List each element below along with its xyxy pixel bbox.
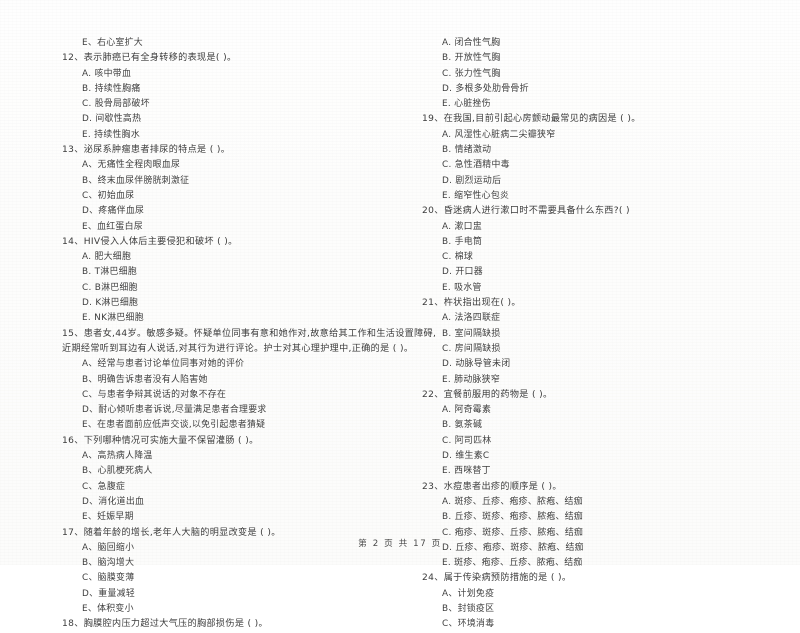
question-stem: 23、水痘患者出疹的顺序是 ( )。 <box>422 481 562 492</box>
option-item: D. 维生素C <box>442 451 490 462</box>
option-item: D、重量减轻 <box>82 588 136 599</box>
option-item: D. 多根多处肋骨骨折 <box>442 83 529 94</box>
option-item: E、体积变小 <box>82 603 134 614</box>
option-item: A. 风湿性心脏病二尖瓣狭窄 <box>442 129 556 140</box>
two-column-body: E、右心室扩大 12、表示肺癌已有全身转移的表现是( )。 A. 咳中带血 B.… <box>0 0 800 629</box>
option-item: E. 缩窄性心包炎 <box>442 190 510 201</box>
option-item: E、血红蛋白尿 <box>82 221 143 232</box>
option-item: C. 棉球 <box>442 252 474 263</box>
option-item: A. 阿奇霉素 <box>442 405 492 416</box>
option-item: E、在患者面前应低声交谈,以免引起患者猜疑 <box>82 420 266 431</box>
option-item: B、明确告诉患者没有人陷害她 <box>82 374 208 385</box>
option-item: C、脑膜变薄 <box>82 573 135 584</box>
question-stem: 19、在我国,目前引起心房颤动最常见的病因是 ( )。 <box>422 114 641 125</box>
question-stem-continuation: 近期经常听到耳边有人说话,对其行为进行评论。护士对其心理护理中,正确的是 ( )… <box>62 343 414 354</box>
option-item: D. 动脉导管未闭 <box>442 359 511 370</box>
page-footer: 第 2 页 共 17 页 <box>358 539 442 549</box>
question-stem: 15、患者女,44岁。敏感多疑。怀疑单位同事有意和她作对,故意给其工作和生活设置… <box>62 328 437 339</box>
option-item: E、右心室扩大 <box>82 38 143 48</box>
option-item: D. 间歇性高热 <box>82 114 142 125</box>
option-item: C. 房间隔缺损 <box>442 343 501 354</box>
question-stem: 22、宜餐前服用的药物是 ( )。 <box>422 389 553 400</box>
option-item: A、经常与患者讨论单位同事对她的评价 <box>82 359 245 370</box>
option-item: D、耐心倾听患者诉说,尽量满足患者合理要求 <box>82 405 267 416</box>
option-item: A. 斑疹、丘疹、疱疹、脓疱、结痂 <box>442 496 583 507</box>
option-item: D. 开口器 <box>442 267 483 278</box>
option-item: E. 吸水管 <box>442 282 482 293</box>
option-item: A. 法洛四联症 <box>442 313 501 324</box>
option-item: B、终末血尿伴膀胱刺激征 <box>82 175 190 186</box>
option-item: C. 张力性气胸 <box>442 68 501 79</box>
option-item: B、脑沟增大 <box>82 558 135 569</box>
left-column: E、右心室扩大 12、表示肺癌已有全身转移的表现是( )。 A. 咳中带血 B.… <box>0 0 437 629</box>
question-stem: 24、属于传染病预防措施的是 ( )。 <box>422 573 572 584</box>
option-item: E、妊娠早期 <box>82 512 134 523</box>
option-item: C、初始血尿 <box>82 190 135 201</box>
page-canvas: E、右心室扩大 12、表示肺癌已有全身转移的表现是( )。 A. 咳中带血 B.… <box>0 0 800 629</box>
option-item: B. 室间隔缺损 <box>442 328 501 339</box>
option-item: C. 急性酒精中毒 <box>442 160 510 171</box>
option-item: E. 持续性胸水 <box>82 129 141 140</box>
option-item: E. 心脏挫伤 <box>442 99 491 110</box>
option-item: A. 肥大细胞 <box>82 252 132 263</box>
option-item: C. B淋巴细胞 <box>82 282 138 293</box>
option-item: B. 开放性气胸 <box>442 53 501 64</box>
option-item: C、急腹症 <box>82 481 126 492</box>
option-item: A、计划免疫 <box>442 588 495 599</box>
question-stem: 14、HIV侵入人体后主要侵犯和破坏 ( )。 <box>62 236 238 247</box>
option-item: E. 肺动脉狭窄 <box>442 374 501 385</box>
question-stem: 13、泌尿系肿瘤患者排尿的特点是 ( )。 <box>62 145 231 156</box>
option-item: A、高热病人降温 <box>82 451 153 462</box>
question-stem: 12、表示肺癌已有全身转移的表现是( )。 <box>62 53 237 64</box>
option-item: D、消化道出血 <box>82 496 145 507</box>
option-item: B. T淋巴细胞 <box>82 267 138 278</box>
option-item: D、疼痛伴血尿 <box>82 206 145 217</box>
option-item: B. 氨茶碱 <box>442 420 483 431</box>
option-item: B. 手电筒 <box>442 236 483 247</box>
option-item: B、心肌梗死病人 <box>82 466 153 477</box>
option-item: D. 剧烈运动后 <box>442 175 502 186</box>
option-item: B. 丘疹、斑疹、疱疹、脓疱、结痂 <box>442 512 584 523</box>
option-item: E. 西咪替丁 <box>442 466 491 477</box>
option-item: C、环境消毒 <box>442 619 495 630</box>
option-item: B、封锁疫区 <box>442 603 495 614</box>
option-item: A. 漱口盅 <box>442 221 482 232</box>
right-column: A. 闭合性气胸 B. 开放性气胸 C. 张力性气胸 D. 多根多处肋骨骨折 E… <box>400 0 800 629</box>
option-item: C、与患者争辩其说话的对象不存在 <box>82 389 227 400</box>
question-stem: 16、下列哪种情况可实施大量不保留灌肠 ( )。 <box>62 435 259 446</box>
option-item: A、无痛性全程肉眼血尿 <box>82 160 181 171</box>
option-item: E. 斑疹、疱疹、丘疹、脓疱、结痂 <box>442 558 583 569</box>
option-item: C. 股骨局部破坏 <box>82 99 150 110</box>
option-item: A. 咳中带血 <box>82 68 132 79</box>
question-stem: 18、胸膜腔内压力超过大气压的胸部损伤是 ( )。 <box>62 619 268 630</box>
question-stem: 20、昏迷病人进行漱口时不需要具备什么东西?( ) <box>422 206 630 217</box>
option-item: D. K淋巴细胞 <box>82 298 139 309</box>
option-item: B. 持续性胸痛 <box>82 83 141 94</box>
option-item: C. 阿司匹林 <box>442 435 492 446</box>
option-item: A. 闭合性气胸 <box>442 38 501 48</box>
question-stem: 21、杵状指出现在( )。 <box>422 298 521 309</box>
option-item: B. 情绪激动 <box>442 145 492 156</box>
option-item: E. NK淋巴细胞 <box>82 313 144 324</box>
